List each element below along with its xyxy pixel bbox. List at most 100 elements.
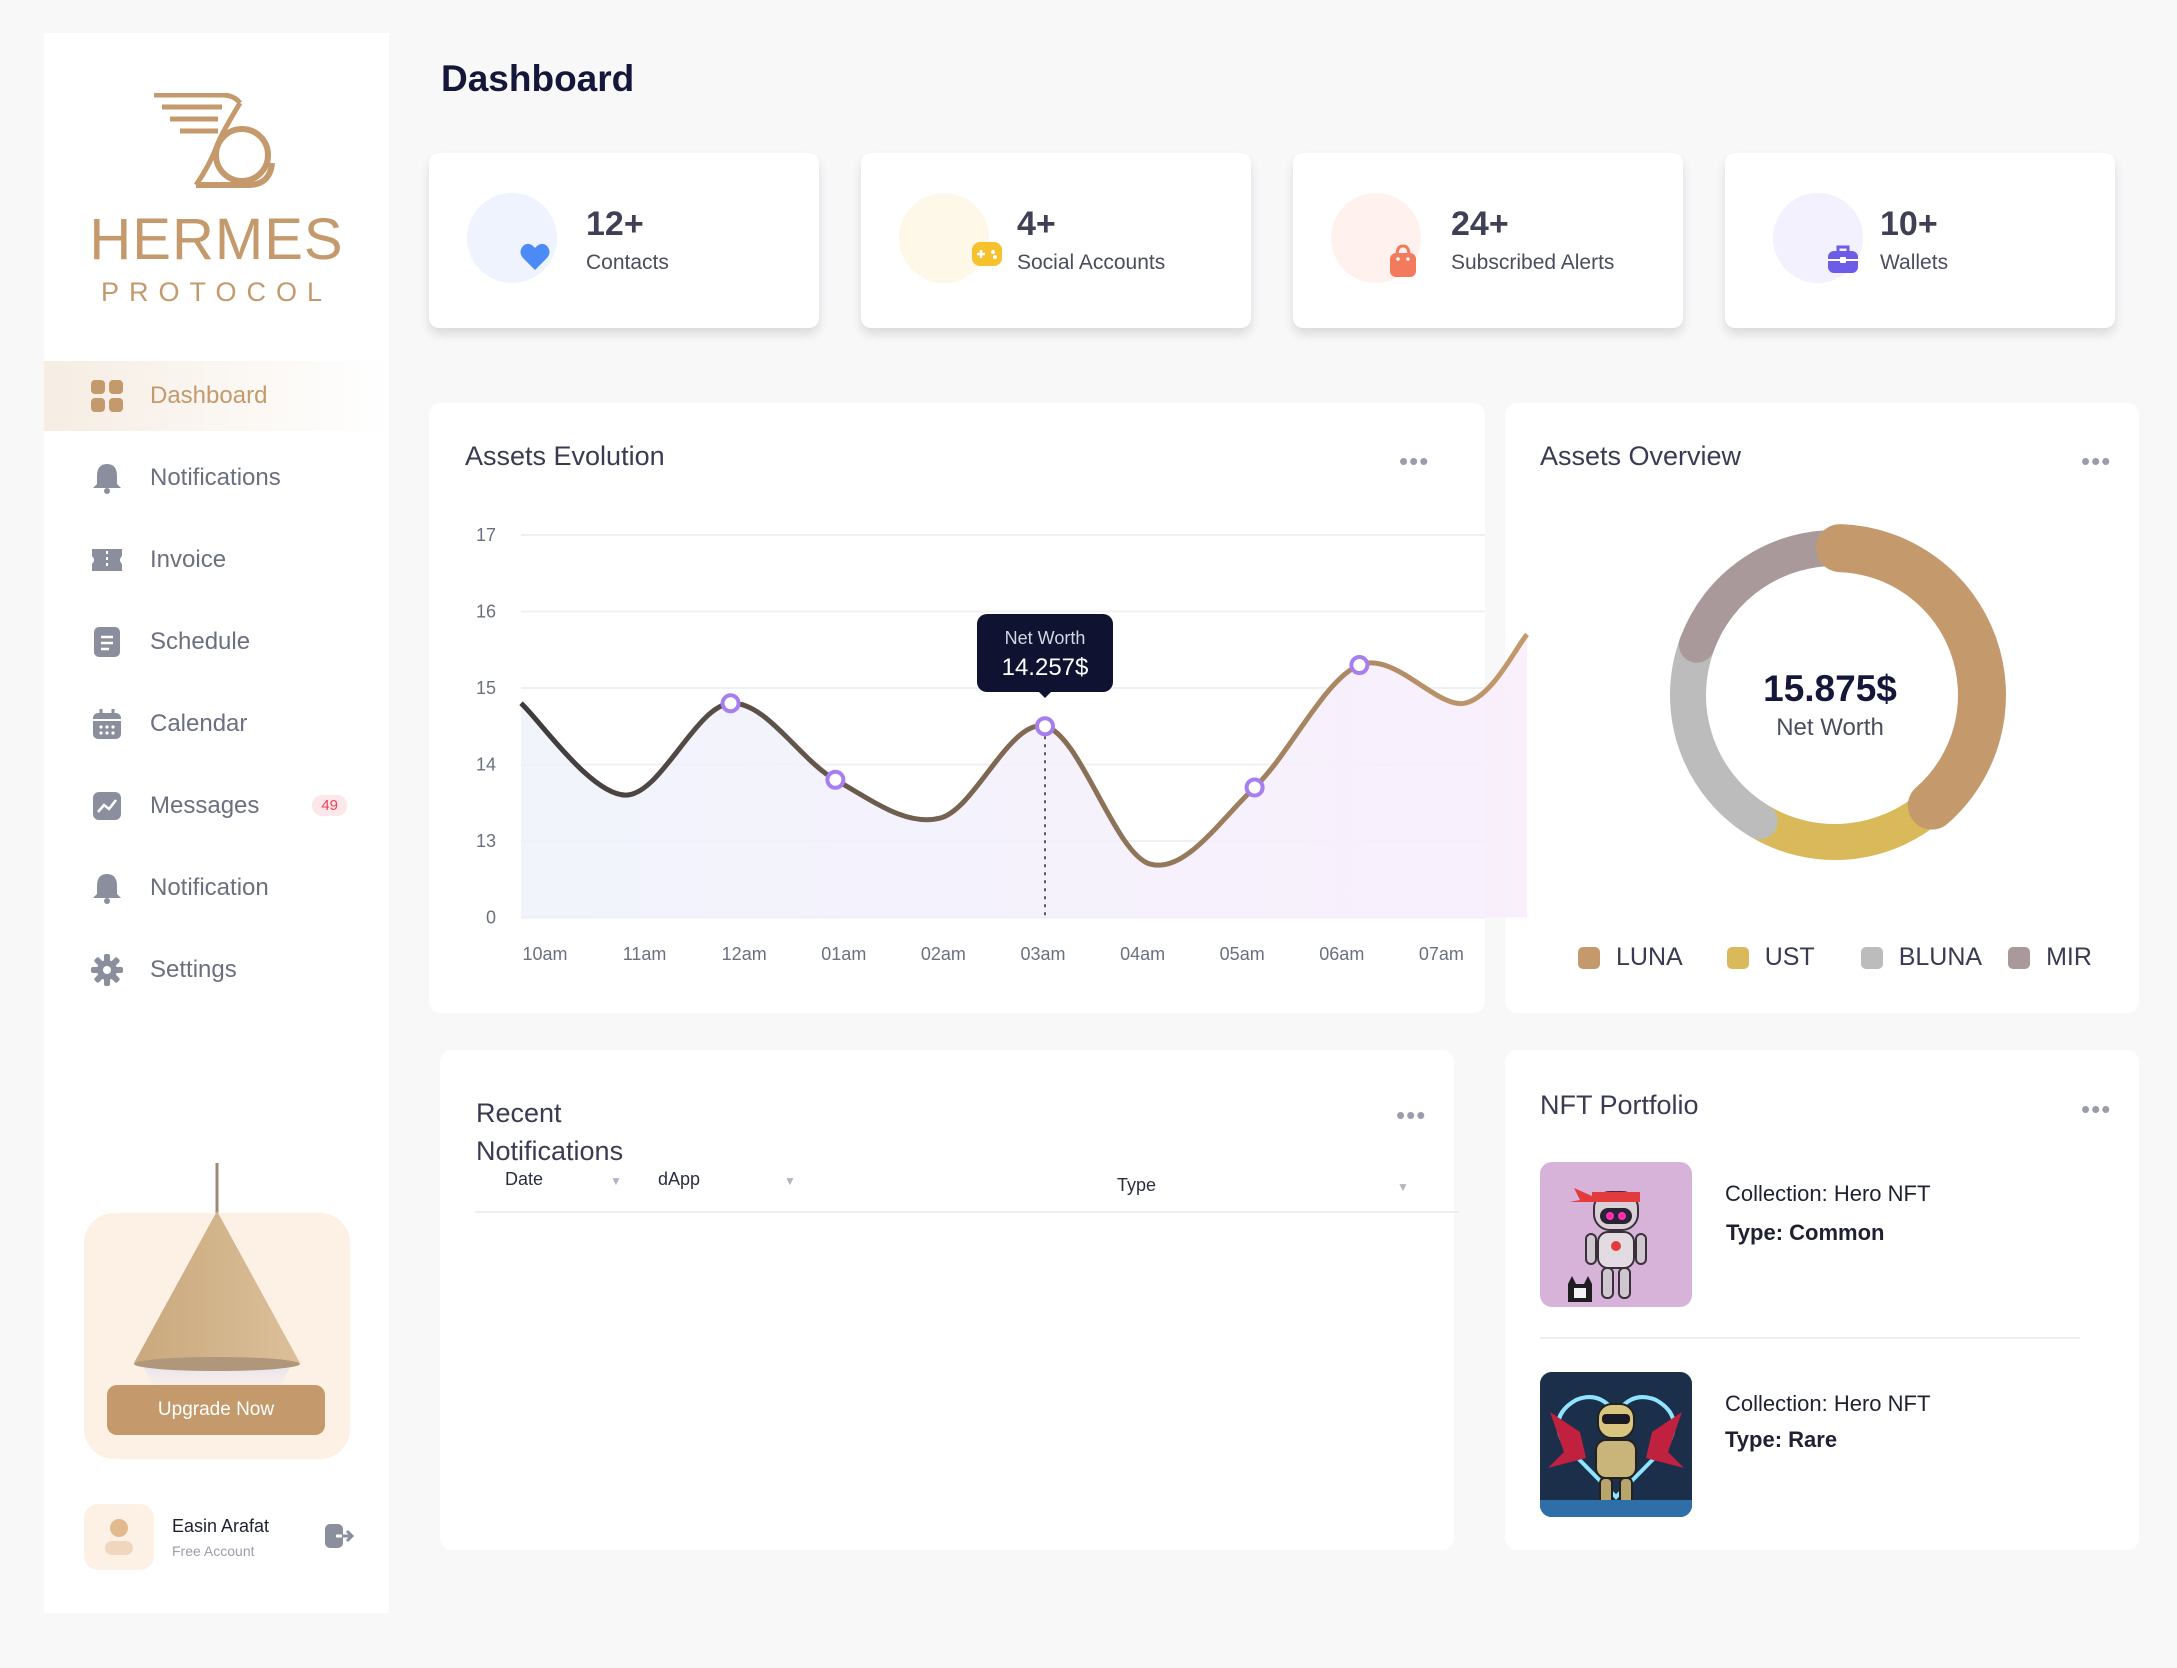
- sort-caret-icon[interactable]: ▼: [610, 1174, 622, 1188]
- pie-slice-mir: [1678, 530, 1859, 663]
- legend-swatch: [1726, 946, 1749, 969]
- assets-evolution-panel: [429, 403, 1485, 1013]
- column-header-date[interactable]: Date: [505, 1169, 543, 1190]
- recent-notifications-more-menu[interactable]: •••: [1396, 1102, 1426, 1128]
- sidebar-item-label: Notification: [150, 874, 269, 901]
- net-worth-value: 15.875$: [1763, 668, 1897, 709]
- gear-icon: [90, 953, 124, 987]
- assets-overview-more-menu[interactable]: •••: [2081, 448, 2111, 474]
- tooltip-value: 14.257$: [1001, 654, 1089, 682]
- stat-value: 4+: [1017, 205, 1056, 243]
- nft-collection: Collection: Hero NFT: [1725, 1181, 1931, 1206]
- robot-nft-icon: [1540, 1372, 1692, 1517]
- sidebar: HERMES PROTOCOL Dashboard Notifications …: [44, 33, 389, 1613]
- ticket-icon: [90, 543, 124, 577]
- legend-item-ust[interactable]: UST: [1726, 943, 1815, 972]
- stat-card-social-accounts[interactable]: 4+ Social Accounts: [861, 153, 1251, 328]
- stat-label: Contacts: [586, 251, 669, 274]
- column-header-type[interactable]: Type: [1117, 1175, 1156, 1196]
- recent-notifications-title: Recent Notifications: [476, 1094, 623, 1170]
- legend-label: UST: [1764, 943, 1815, 971]
- calendar-icon: [90, 707, 124, 741]
- sidebar-item-invoice[interactable]: Invoice: [44, 525, 389, 595]
- user-icon: [105, 1519, 133, 1555]
- game-controller-icon: [971, 237, 1003, 269]
- page-title: Dashboard: [441, 58, 635, 99]
- document-icon: [90, 625, 124, 659]
- sort-caret-icon[interactable]: ▼: [784, 1174, 796, 1188]
- stat-value: 10+: [1880, 205, 1938, 243]
- recent-notifications-title-line2: Notifications: [476, 1136, 624, 1166]
- net-worth-tooltip: Net Worth 14.257$: [977, 614, 1113, 699]
- sidebar-item-notification[interactable]: Notification: [44, 853, 389, 923]
- nft-divider: [1540, 1337, 2080, 1339]
- stat-value: 24+: [1451, 205, 1509, 243]
- nft-portfolio-title: NFT Portfolio: [1540, 1090, 1699, 1120]
- stat-label: Wallets: [1880, 251, 1949, 274]
- nft-type: Type: Rare: [1725, 1427, 1838, 1452]
- assets-evolution-more-menu[interactable]: •••: [1399, 448, 1429, 474]
- sidebar-item-calendar[interactable]: Calendar: [44, 689, 389, 759]
- pie-slice-ust: [1741, 787, 1950, 860]
- heart-icon: [519, 241, 551, 273]
- assets-legend: LUNA UST BLUNA MIR: [1578, 943, 2092, 972]
- logout-icon[interactable]: [324, 1521, 355, 1556]
- nft-image-common[interactable]: [1540, 1162, 1692, 1307]
- stat-card-contacts[interactable]: 12+ Contacts: [429, 153, 819, 328]
- sidebar-item-label: Settings: [150, 956, 237, 983]
- tooltip-label: Net Worth: [1004, 628, 1086, 649]
- robot-nft-icon: [1568, 1188, 1647, 1302]
- table-header-divider: [475, 1211, 1459, 1213]
- sidebar-item-label: Dashboard: [150, 382, 268, 409]
- upgrade-now-button[interactable]: Upgrade Now: [107, 1385, 325, 1435]
- net-worth-label: Net Worth: [1776, 714, 1884, 741]
- sidebar-item-messages[interactable]: Messages 49: [44, 771, 389, 841]
- brand-logo[interactable]: HERMES PROTOCOL: [44, 93, 389, 306]
- sidebar-item-label: Messages: [150, 792, 260, 819]
- grid-icon: [90, 379, 124, 413]
- shopping-bag-icon: [1387, 244, 1419, 277]
- stat-card-wallets[interactable]: 10+ Wallets: [1725, 153, 2115, 328]
- tooltip-arrow: [1035, 688, 1055, 699]
- legend-item-luna[interactable]: LUNA: [1578, 943, 1683, 972]
- bell-icon: [90, 461, 124, 495]
- nft-portfolio-more-menu[interactable]: •••: [2081, 1096, 2111, 1122]
- sidebar-item-dashboard[interactable]: Dashboard: [44, 361, 389, 431]
- sidebar-item-label: Notifications: [150, 464, 281, 491]
- sidebar-item-notifications[interactable]: Notifications: [44, 443, 389, 513]
- sidebar-item-label: Calendar: [150, 710, 248, 737]
- user-profile[interactable]: Easin Arafat Free Account: [84, 1503, 355, 1571]
- chart-line-icon: [90, 789, 124, 823]
- legend-swatch: [2008, 946, 2031, 969]
- brand-name: HERMES: [89, 207, 344, 272]
- legend-item-mir[interactable]: MIR: [2008, 943, 2092, 972]
- legend-swatch: [1860, 946, 1883, 969]
- user-plan: Free Account: [172, 1542, 255, 1559]
- bell-icon: [90, 871, 124, 905]
- sort-caret-icon[interactable]: ▼: [1397, 1180, 1409, 1194]
- sidebar-item-label: Invoice: [150, 546, 227, 573]
- briefcase-icon: [1827, 243, 1859, 275]
- donut-center: 15.875$ Net Worth: [1680, 668, 1980, 742]
- sidebar-item-label: Schedule: [150, 628, 251, 655]
- recent-notifications-title-line1: Recent: [476, 1098, 562, 1128]
- assets-evolution-title: Assets Evolution: [465, 441, 665, 471]
- brand-subtitle: PROTOCOL: [100, 277, 333, 307]
- legend-label: LUNA: [1616, 943, 1683, 971]
- stat-card-subscribed-alerts[interactable]: 24+ Subscribed Alerts: [1293, 153, 1683, 328]
- sidebar-item-settings[interactable]: Settings: [44, 935, 389, 1005]
- avatar: [84, 1504, 154, 1570]
- legend-label: BLUNA: [1898, 943, 1983, 971]
- sidebar-nav: Dashboard Notifications Invoice Schedule…: [44, 361, 389, 1017]
- stat-value: 12+: [586, 205, 644, 243]
- assets-overview-title: Assets Overview: [1540, 441, 1742, 471]
- nft-image-rare[interactable]: [1540, 1372, 1692, 1517]
- nft-type: Type: Common: [1726, 1220, 1885, 1245]
- legend-label: MIR: [2046, 943, 2092, 971]
- messages-count-badge: 49: [312, 795, 347, 816]
- stat-label: Social Accounts: [1017, 251, 1166, 274]
- nft-collection: Collection: Hero NFT: [1725, 1391, 1931, 1416]
- legend-item-bluna[interactable]: BLUNA: [1860, 943, 1983, 972]
- column-header-dapp[interactable]: dApp: [658, 1169, 700, 1190]
- sidebar-item-schedule[interactable]: Schedule: [44, 607, 389, 677]
